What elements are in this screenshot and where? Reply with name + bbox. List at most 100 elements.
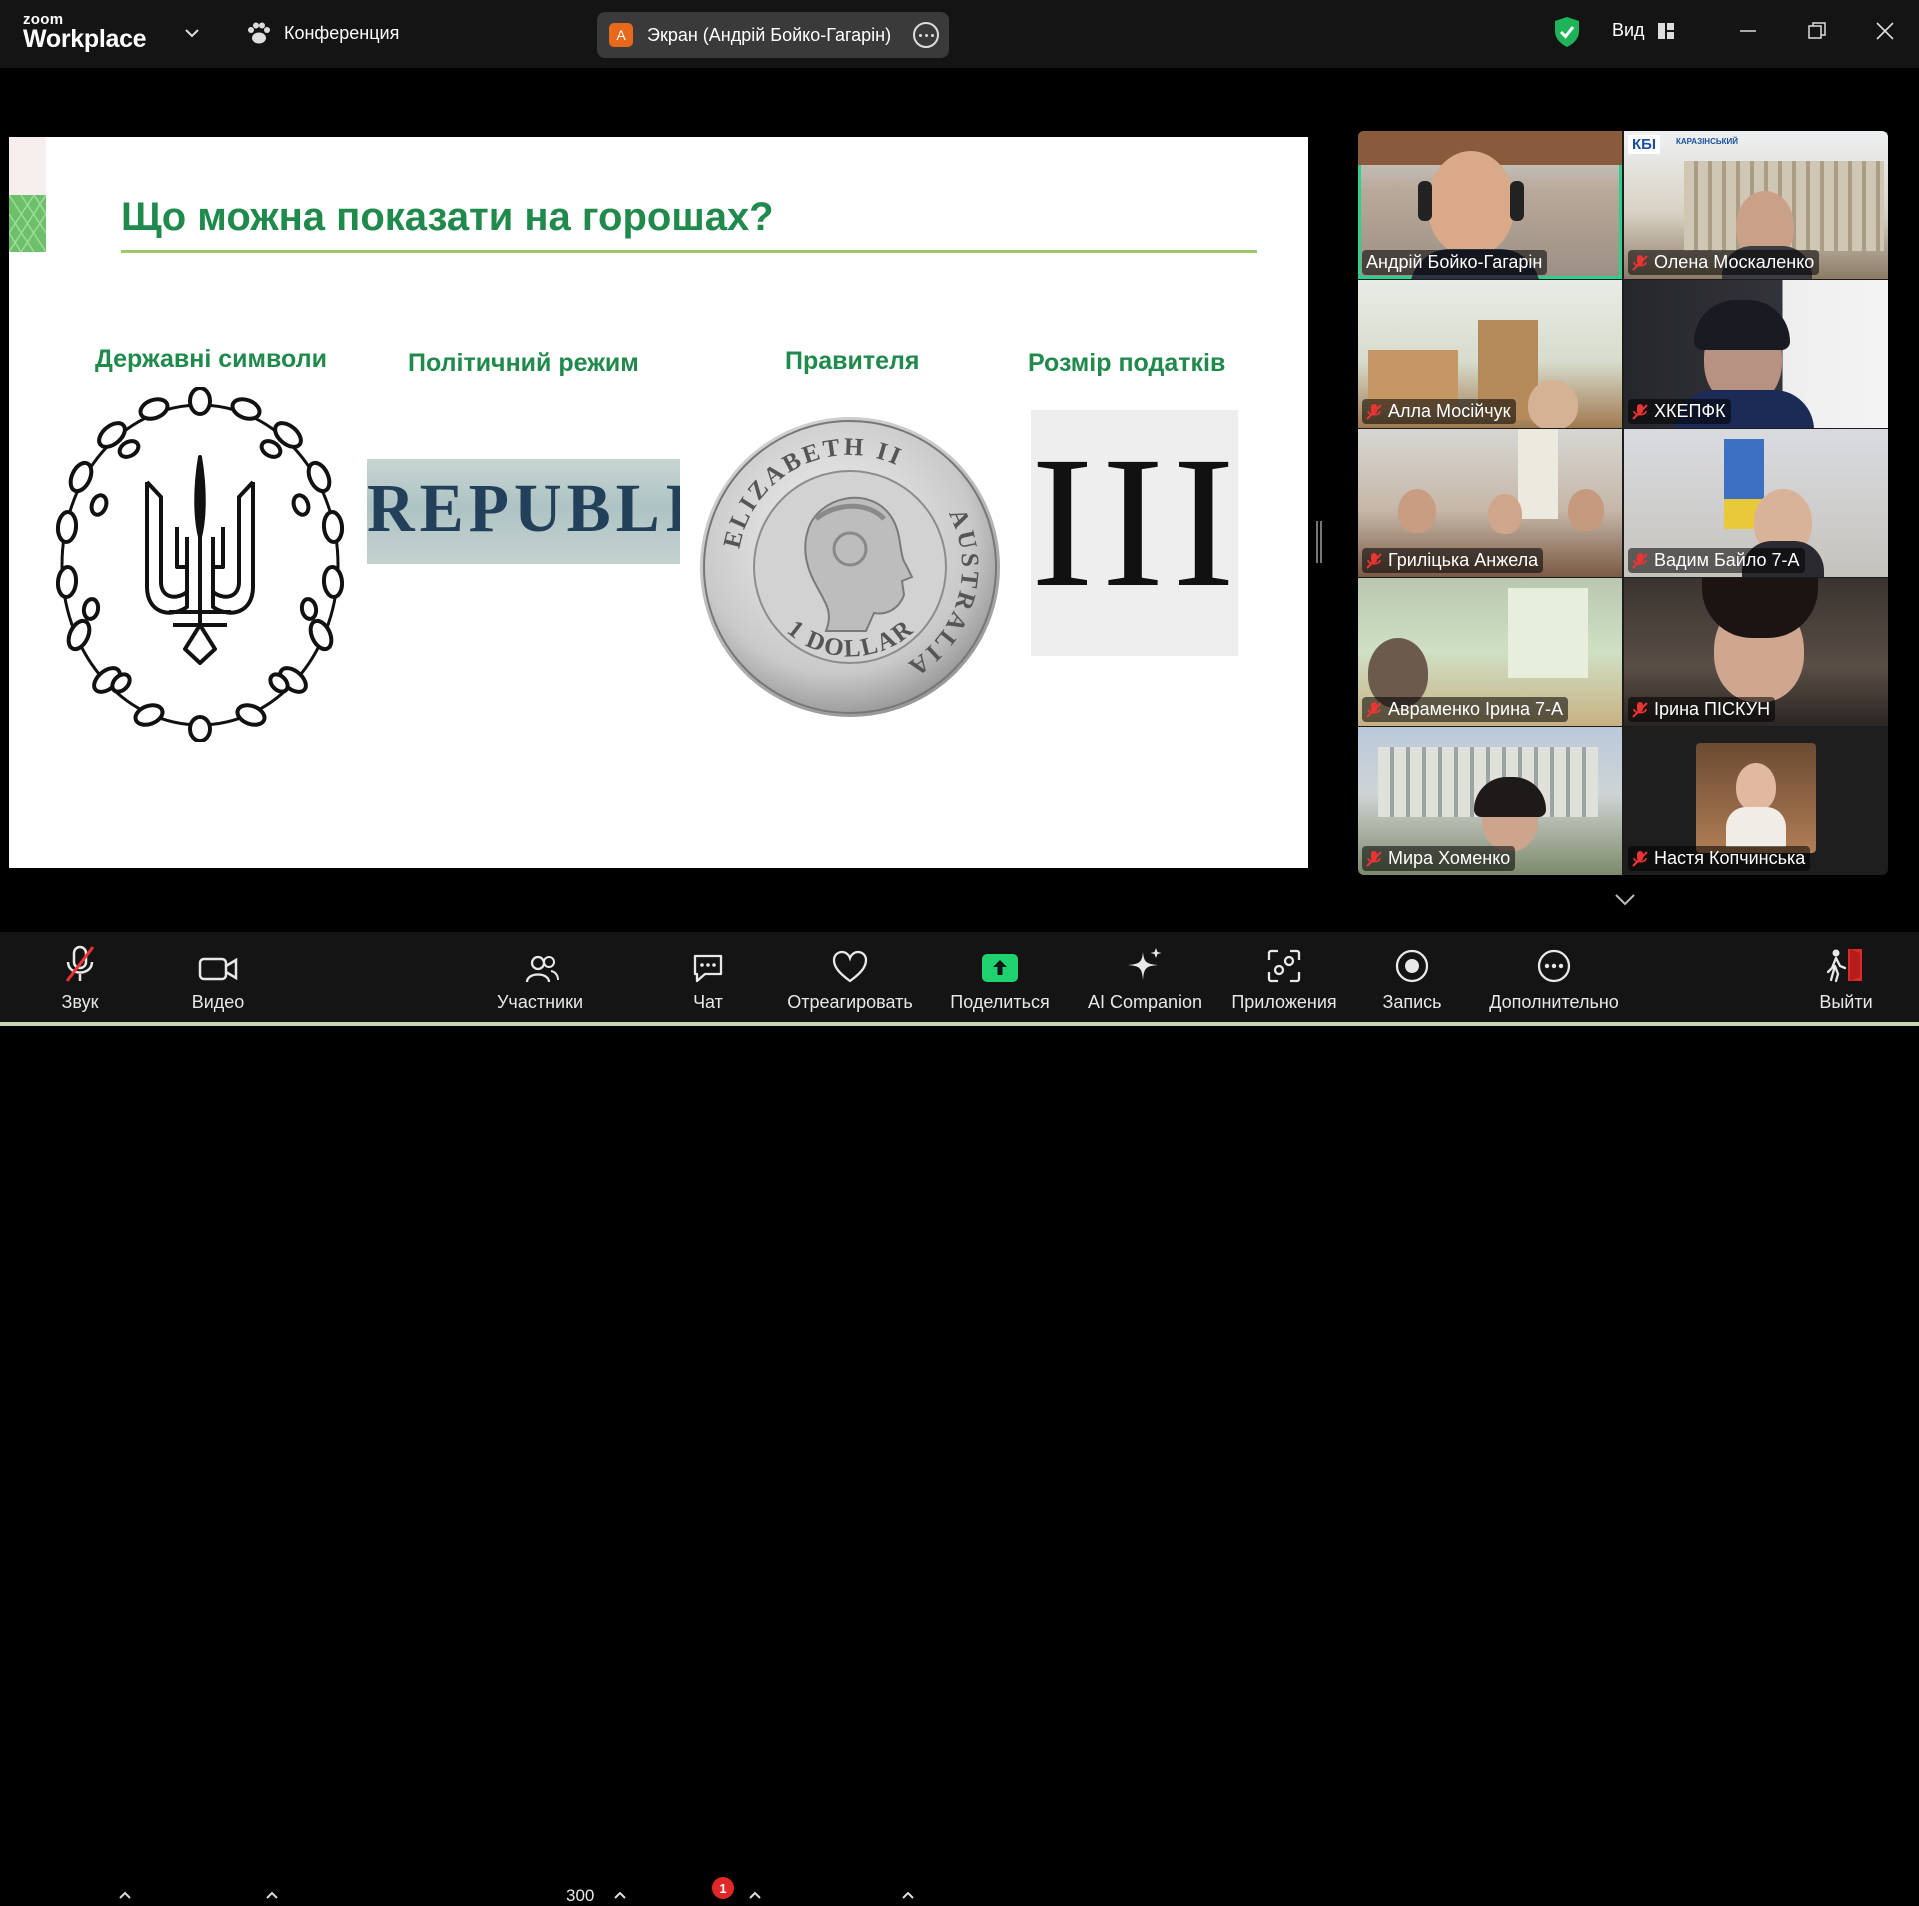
participant-name: Алла Мосійчук xyxy=(1388,401,1511,421)
trident-emblem-image xyxy=(55,387,345,742)
react-options-caret-icon[interactable] xyxy=(901,1890,915,1900)
ai-companion-label: AI Companion xyxy=(1087,992,1203,1012)
slide-decoration xyxy=(9,137,46,195)
audio-options-caret-icon[interactable] xyxy=(118,1890,132,1900)
video-tile[interactable]: Андрій Бойко-Гагарін xyxy=(1358,131,1622,279)
restore-icon[interactable] xyxy=(1804,18,1830,44)
leave-button[interactable]: Выйти xyxy=(1818,932,1874,1026)
participants-count: 300 xyxy=(566,1886,595,1905)
apps-button[interactable]: Приложения xyxy=(1228,932,1340,1026)
video-tile[interactable]: Алла Мосійчук xyxy=(1358,280,1622,428)
mic-muted-icon xyxy=(1632,701,1648,718)
republica-text: REPUBLICA xyxy=(367,470,680,547)
mic-muted-icon xyxy=(65,945,95,982)
organization-logo-text: КАРАЗІНСЬКИЙ xyxy=(1676,137,1738,146)
participant-name-tag: Вадим Байло 7-А xyxy=(1628,548,1805,573)
chat-button[interactable]: Чат xyxy=(686,932,730,1026)
participant-name: Мира Хоменко xyxy=(1388,848,1511,868)
logo-bottom-text: Workplace xyxy=(23,25,147,53)
participant-name-tag: Авраменко Ірина 7-А xyxy=(1362,697,1569,722)
more-button[interactable]: Дополнительно xyxy=(1484,932,1624,1026)
shield-check-icon[interactable] xyxy=(1553,16,1581,48)
panel-resize-handle[interactable] xyxy=(1316,521,1322,563)
gallery-scroll-down-icon[interactable] xyxy=(1612,888,1638,910)
video-tile[interactable]: КБІ КАРАЗІНСЬКИЙ Олена Москаленко xyxy=(1624,131,1888,279)
audio-label: Звук xyxy=(61,992,99,1012)
ai-companion-button[interactable]: AI Companion xyxy=(1086,932,1204,1026)
slide-pattern-block xyxy=(9,195,46,252)
participants-button[interactable]: Участники xyxy=(495,932,585,1026)
participant-name: Вадим Байло 7-А xyxy=(1654,550,1800,570)
meeting-toolbar: Звук Видео Участники 300 Чат 1 Отреагиро… xyxy=(0,932,1919,1905)
more-dots-icon xyxy=(1537,949,1571,983)
video-tile[interactable]: ХКЕПФК xyxy=(1624,280,1888,428)
participant-name-tag: Мира Хоменко xyxy=(1362,846,1516,871)
taskbar-edge xyxy=(0,1022,1919,1026)
participant-name: ХКЕПФК xyxy=(1654,401,1726,421)
mic-muted-icon xyxy=(1366,552,1382,569)
screen-share-indicator[interactable]: A Экран (Андрій Бойко-Гагарін) xyxy=(597,12,949,58)
participant-name-tag: ХКЕПФК xyxy=(1628,399,1731,424)
video-tile[interactable]: Вадим Байло 7-А xyxy=(1624,429,1888,577)
video-button[interactable]: Видео xyxy=(186,932,250,1026)
participant-name-tag: Настя Копчинська xyxy=(1628,846,1811,871)
republica-image: REPUBLICA xyxy=(367,459,680,564)
leave-label: Выйти xyxy=(1819,992,1873,1012)
video-tile[interactable]: Настя Копчинська xyxy=(1624,727,1888,875)
title-bar: zoom Workplace Конференция A Экран (Андр… xyxy=(0,0,1919,68)
grid-view-icon xyxy=(1657,22,1674,39)
paw-icon xyxy=(248,22,270,44)
react-button[interactable]: Отреагировать xyxy=(786,932,914,1026)
label-political-regime: Політичний режим xyxy=(408,349,639,377)
share-screen-button[interactable]: Поделиться xyxy=(950,932,1050,1026)
apps-icon xyxy=(1267,949,1301,983)
chat-unread-badge: 1 xyxy=(712,1877,734,1899)
participant-name-tag: Гриліцька Анжела xyxy=(1362,548,1544,573)
audio-button[interactable]: Звук xyxy=(50,932,110,1026)
chat-options-caret-icon[interactable] xyxy=(748,1890,762,1900)
view-label: Вид xyxy=(1612,20,1645,40)
minimize-icon[interactable] xyxy=(1735,18,1761,44)
coin-image: ELIZABETH II AUSTRALIA 1 DOLLAR xyxy=(700,417,1002,717)
mic-muted-icon xyxy=(1632,850,1648,867)
participant-name-tag: Ірина ПІСКУН xyxy=(1628,697,1776,722)
label-tax-size: Розмір податків xyxy=(1028,349,1226,377)
chat-bubble-icon xyxy=(693,954,723,983)
view-button[interactable]: Вид xyxy=(1612,20,1675,41)
chat-label: Чат xyxy=(693,992,723,1012)
participants-icon xyxy=(525,955,559,983)
video-tile[interactable]: Ірина ПІСКУН xyxy=(1624,578,1888,726)
mic-muted-icon xyxy=(1366,850,1382,867)
mic-muted-icon xyxy=(1632,403,1648,420)
participants-label: Участники xyxy=(497,992,583,1012)
video-camera-icon xyxy=(198,957,238,981)
heart-icon xyxy=(832,950,868,983)
apps-label: Приложения xyxy=(1231,992,1337,1012)
participant-name-tag: Алла Мосійчук xyxy=(1362,399,1516,424)
sparkle-icon xyxy=(1128,948,1162,980)
video-label: Видео xyxy=(191,992,245,1012)
slide-title: Що можна показати на горошах? xyxy=(121,195,774,239)
more-options-icon[interactable] xyxy=(913,22,939,48)
video-options-caret-icon[interactable] xyxy=(265,1890,279,1900)
mic-muted-icon xyxy=(1366,403,1382,420)
participant-name: Андрій Бойко-Гагарін xyxy=(1366,252,1543,272)
video-tile[interactable]: Гриліцька Анжела xyxy=(1358,429,1622,577)
share-screen-icon xyxy=(982,954,1018,982)
participants-options-caret-icon[interactable] xyxy=(613,1890,627,1900)
screen-share-label: Экран (Андрій Бойко-Гагарін) xyxy=(647,24,892,45)
shared-slide: Що можна показати на горошах? Державні с… xyxy=(9,137,1308,868)
participant-name: Гриліцька Анжела xyxy=(1388,550,1539,570)
close-icon[interactable] xyxy=(1872,18,1898,44)
organization-logo: КБІ xyxy=(1628,135,1661,154)
meeting-label: Конференция xyxy=(284,22,400,43)
video-tile[interactable]: Мира Хоменко xyxy=(1358,727,1622,875)
participant-name-tag: Олена Москаленко xyxy=(1628,250,1820,275)
video-tile[interactable]: Авраменко Ірина 7-А xyxy=(1358,578,1622,726)
sharer-avatar-badge: A xyxy=(609,23,633,47)
record-button[interactable]: Запись xyxy=(1380,932,1444,1026)
more-label: Дополнительно xyxy=(1489,992,1619,1012)
mic-muted-icon xyxy=(1632,254,1648,271)
chevron-down-icon[interactable] xyxy=(183,24,201,42)
meeting-info-button[interactable]: Конференция xyxy=(246,22,399,44)
